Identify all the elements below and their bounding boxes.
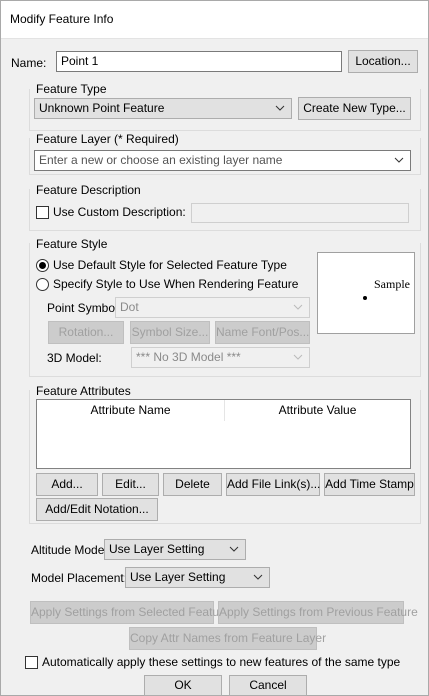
name-label: Name: [11,56,47,70]
add-time-stamp-button[interactable]: Add Time Stamp [324,473,415,496]
altitude-mode-label: Altitude Mode: [31,543,108,557]
style-preview: Sample [317,252,415,334]
cancel-button[interactable]: Cancel [229,675,307,696]
rotation-button[interactable]: Rotation... [48,321,124,344]
symbol-size-button[interactable]: Symbol Size... [130,321,210,344]
edit-attribute-button[interactable]: Edit... [102,473,159,496]
location-button[interactable]: Location... [348,50,418,73]
altitude-mode-value: Use Layer Setting [109,542,205,556]
point-symbol-label: Point Symbol [47,301,118,315]
point-symbol-select[interactable]: Dot [115,297,310,318]
model-placement-label: Model Placement: [31,571,128,585]
chevron-down-icon [293,304,303,310]
default-style-label: Use Default Style for Selected Feature T… [53,258,287,272]
add-attribute-button[interactable]: Add... [36,473,98,496]
auto-apply-checkbox[interactable] [25,656,38,669]
ok-button[interactable]: OK [144,675,222,696]
window-title: Modify Feature Info [10,12,114,26]
name-font-pos-button[interactable]: Name Font/Pos... [215,321,310,344]
custom-description-input[interactable] [191,203,409,223]
add-file-link-button[interactable]: Add File Link(s)... [226,473,320,496]
column-header-attribute-value[interactable]: Attribute Value [225,400,410,421]
apply-selected-feature-button[interactable]: Apply Settings from Selected Feature [30,601,230,624]
attributes-table[interactable]: Attribute Name Attribute Value [36,399,411,469]
feature-type-select[interactable]: Unknown Point Feature [34,98,292,119]
delete-attribute-button[interactable]: Delete [163,473,222,496]
model-placement-value: Use Layer Setting [130,570,226,584]
default-style-radio[interactable] [36,259,49,272]
chevron-down-icon [394,157,404,163]
model-placement-select[interactable]: Use Layer Setting [125,567,270,588]
feature-layer-placeholder: Enter a new or choose an existing layer … [39,153,283,167]
preview-sample-text: Sample [374,277,410,291]
model-label: 3D Model: [47,351,102,365]
altitude-mode-select[interactable]: Use Layer Setting [104,539,246,560]
custom-description-checkbox[interactable] [36,206,49,219]
copy-attr-names-button[interactable]: Copy Attr Names from Feature Layer [129,627,326,650]
feature-style-label: Feature Style [36,237,108,251]
specify-style-radio[interactable] [36,278,49,291]
preview-point-dot [363,296,367,300]
chevron-down-icon [253,574,263,580]
model-select[interactable]: *** No 3D Model *** [131,347,310,368]
feature-type-label: Feature Type [36,82,107,96]
create-new-type-button[interactable]: Create New Type... [298,97,411,120]
feature-layer-combo[interactable]: Enter a new or choose an existing layer … [34,150,411,171]
feature-type-value: Unknown Point Feature [39,101,165,115]
feature-description-label: Feature Description [36,183,141,197]
point-symbol-value: Dot [120,300,139,314]
modify-feature-info-dialog: Modify Feature Info Name: Point 1 Locati… [0,0,429,696]
title-bar: Modify Feature Info [1,1,428,39]
model-value: *** No 3D Model *** [136,350,241,364]
specify-style-label: Specify Style to Use When Rendering Feat… [53,277,299,291]
chevron-down-icon [229,546,239,552]
apply-previous-feature-button[interactable]: Apply Settings from Previous Feature [218,601,418,624]
custom-description-label: Use Custom Description: [53,205,186,219]
chevron-down-icon [275,105,285,111]
add-edit-notation-button[interactable]: Add/Edit Notation... [36,498,158,521]
feature-attributes-label: Feature Attributes [36,384,131,398]
feature-layer-label: Feature Layer (* Required) [36,132,179,146]
name-input[interactable]: Point 1 [56,51,342,72]
column-header-attribute-name[interactable]: Attribute Name [37,400,225,421]
auto-apply-label: Automatically apply these settings to ne… [42,655,401,669]
chevron-down-icon [293,354,303,360]
